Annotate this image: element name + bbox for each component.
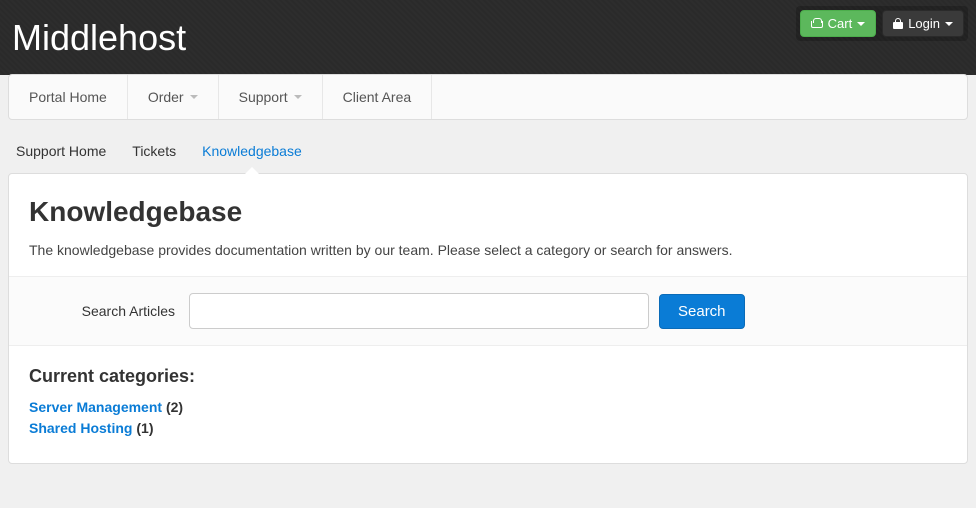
categories-heading: Current categories: xyxy=(29,366,947,387)
cart-icon xyxy=(811,19,823,29)
nav-label: Portal Home xyxy=(29,89,107,105)
category-link-shared-hosting[interactable]: Shared Hosting xyxy=(29,420,132,436)
nav-label: Support xyxy=(239,89,288,105)
subnav-tickets[interactable]: Tickets xyxy=(132,143,176,159)
login-label: Login xyxy=(908,16,940,31)
lock-icon xyxy=(893,18,903,29)
chevron-down-icon xyxy=(945,22,953,26)
top-actions: Cart Login xyxy=(796,6,968,41)
nav-order[interactable]: Order xyxy=(128,75,219,119)
subnav-knowledgebase[interactable]: Knowledgebase xyxy=(202,143,302,159)
chevron-down-icon xyxy=(857,22,865,26)
category-count: (1) xyxy=(136,420,153,436)
nav-client-area[interactable]: Client Area xyxy=(323,75,432,119)
nav-portal-home[interactable]: Portal Home xyxy=(9,75,128,119)
search-button[interactable]: Search xyxy=(659,294,745,329)
chevron-down-icon xyxy=(294,95,302,99)
login-button[interactable]: Login xyxy=(882,10,964,37)
page-title: Knowledgebase xyxy=(29,196,947,228)
category-link-server-management[interactable]: Server Management xyxy=(29,399,162,415)
chevron-down-icon xyxy=(190,95,198,99)
categories-section: Current categories: Server Management (2… xyxy=(9,346,967,463)
search-section: Search Articles Search xyxy=(9,276,967,346)
search-input[interactable] xyxy=(189,293,649,329)
search-label: Search Articles xyxy=(29,303,189,319)
top-bar: Middlehost Cart Login xyxy=(0,0,976,75)
nav-support[interactable]: Support xyxy=(219,75,323,119)
nav-label: Order xyxy=(148,89,184,105)
page-description: The knowledgebase provides documentation… xyxy=(29,242,947,258)
sub-nav: Support Home Tickets Knowledgebase xyxy=(8,143,968,159)
category-item: Server Management (2) xyxy=(29,397,947,418)
main-nav: Portal Home Order Support Client Area xyxy=(8,74,968,120)
cart-label: Cart xyxy=(828,16,853,31)
panel-header: Knowledgebase The knowledgebase provides… xyxy=(9,174,967,276)
category-count: (2) xyxy=(166,399,183,415)
category-item: Shared Hosting (1) xyxy=(29,418,947,439)
subnav-support-home[interactable]: Support Home xyxy=(16,143,106,159)
main-panel: Knowledgebase The knowledgebase provides… xyxy=(8,173,968,464)
cart-button[interactable]: Cart xyxy=(800,10,877,37)
nav-label: Client Area xyxy=(343,89,411,105)
